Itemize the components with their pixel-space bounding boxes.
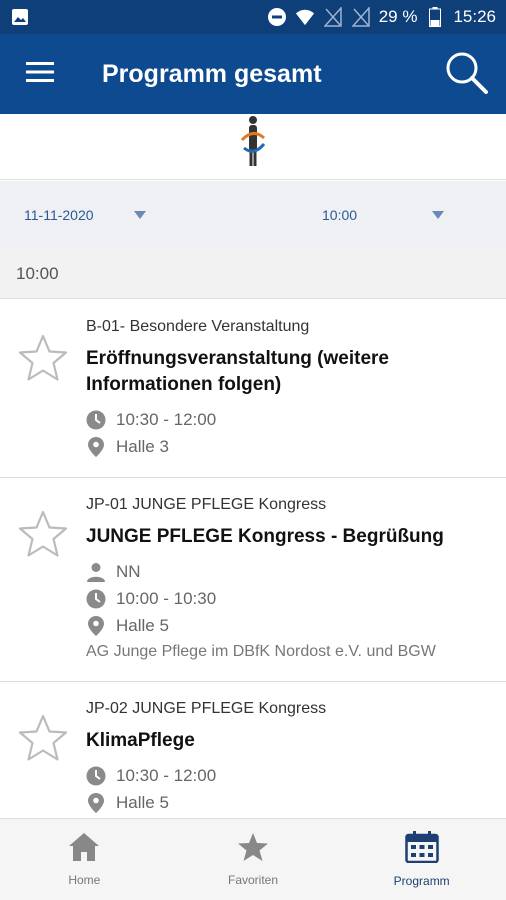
session-time-row: 10:30 - 12:00 xyxy=(86,406,494,433)
nav-programm-label: Programm xyxy=(393,874,450,888)
time-dropdown[interactable]: 10:00 xyxy=(322,181,444,249)
session-organizer: AG Junge Pflege im DBfK Nordost e.V. und… xyxy=(86,643,436,660)
search-icon xyxy=(443,49,489,100)
congress-logo-icon xyxy=(238,114,268,179)
clock-icon xyxy=(86,766,106,786)
session-time-row: 10:30 - 12:00 xyxy=(86,762,494,789)
nav-favoriten-label: Favoriten xyxy=(227,873,279,887)
congress-logo-strip xyxy=(0,114,506,180)
dropdown-caret-icon xyxy=(134,211,146,219)
battery-icon xyxy=(425,7,445,27)
bottom-navigation: Home Favoriten Programm xyxy=(0,818,506,900)
location-pin-icon xyxy=(86,615,106,636)
session-title-line: Eröffnungsveranstaltung (weitere xyxy=(86,348,389,369)
wifi-icon xyxy=(295,7,315,27)
session-category: B-01- Besondere Veranstaltung xyxy=(86,318,310,335)
search-button[interactable] xyxy=(426,34,506,114)
app-bar: Programm gesamt xyxy=(0,34,506,114)
date-dropdown[interactable]: 11-11-2020 xyxy=(24,181,146,249)
session-location: Halle 5 xyxy=(116,615,169,635)
session-list[interactable]: B-01- Besondere Veranstaltung Eröffnungs… xyxy=(0,300,506,818)
session-item[interactable]: B-01- Besondere Veranstaltung Eröffnungs… xyxy=(0,300,506,478)
dropdown-caret-icon xyxy=(432,211,444,219)
clock: 15:26 xyxy=(453,7,496,26)
session-category: JP-02 JUNGE PFLEGE Kongress xyxy=(86,700,327,717)
session-title: KlimaPflege xyxy=(86,730,195,751)
nav-home[interactable]: Home xyxy=(0,819,169,900)
filter-bar: 11-11-2020 10:00 xyxy=(0,181,506,249)
nav-programm[interactable]: Programm xyxy=(337,819,506,900)
location-pin-icon xyxy=(86,436,106,457)
no-signal-icon xyxy=(323,7,343,27)
session-location: Halle 3 xyxy=(116,436,169,456)
page-title: Programm gesamt xyxy=(102,59,322,88)
no-signal-icon xyxy=(351,7,371,27)
session-title-line: Informationen folgen) xyxy=(86,374,282,395)
favorite-star-icon[interactable] xyxy=(16,332,70,386)
date-dropdown-value: 11-11-2020 xyxy=(24,207,94,223)
star-icon xyxy=(237,832,269,865)
status-bar: 29 % 15:26 xyxy=(0,0,506,34)
session-title: JUNGE PFLEGE Kongress - Begrüßung xyxy=(86,526,444,547)
home-icon xyxy=(68,832,100,865)
time-section-header: 10:00 xyxy=(0,249,506,299)
session-category: JP-01 JUNGE PFLEGE Kongress xyxy=(86,496,327,513)
menu-button[interactable] xyxy=(0,34,80,114)
session-title: Eröffnungsveranstaltung (weitere Informa… xyxy=(86,346,494,398)
session-location-row: Halle 5 xyxy=(86,612,494,639)
session-item[interactable]: JP-01 JUNGE PFLEGE Kongress JUNGE PFLEGE… xyxy=(0,478,506,682)
image-icon xyxy=(10,7,30,27)
hamburger-menu-icon xyxy=(26,61,54,88)
battery-percent: 29 % xyxy=(378,7,418,26)
session-location-row: Halle 5 xyxy=(86,789,494,816)
do-not-disturb-icon xyxy=(267,7,287,27)
session-time: 10:30 - 12:00 xyxy=(116,409,217,429)
calendar-icon xyxy=(404,831,439,866)
location-pin-icon xyxy=(86,792,106,813)
session-location: Halle 5 xyxy=(116,792,169,812)
nav-home-label: Home xyxy=(68,873,101,887)
session-time-row: 10:00 - 10:30 xyxy=(86,585,494,612)
session-location-row: Halle 3 xyxy=(86,433,494,460)
session-item[interactable]: JP-02 JUNGE PFLEGE Kongress KlimaPflege … xyxy=(0,682,506,818)
clock-icon xyxy=(86,410,106,430)
session-speaker: NN xyxy=(116,561,141,581)
time-dropdown-value: 10:00 xyxy=(322,207,358,223)
nav-favoriten[interactable]: Favoriten xyxy=(169,819,338,900)
session-speaker-row: NN xyxy=(86,558,494,585)
session-time: 10:30 - 12:00 xyxy=(116,765,217,785)
favorite-star-icon[interactable] xyxy=(16,508,70,562)
session-time: 10:00 - 10:30 xyxy=(116,588,217,608)
clock-icon xyxy=(86,589,106,609)
favorite-star-icon[interactable] xyxy=(16,712,70,766)
person-icon xyxy=(86,562,106,582)
